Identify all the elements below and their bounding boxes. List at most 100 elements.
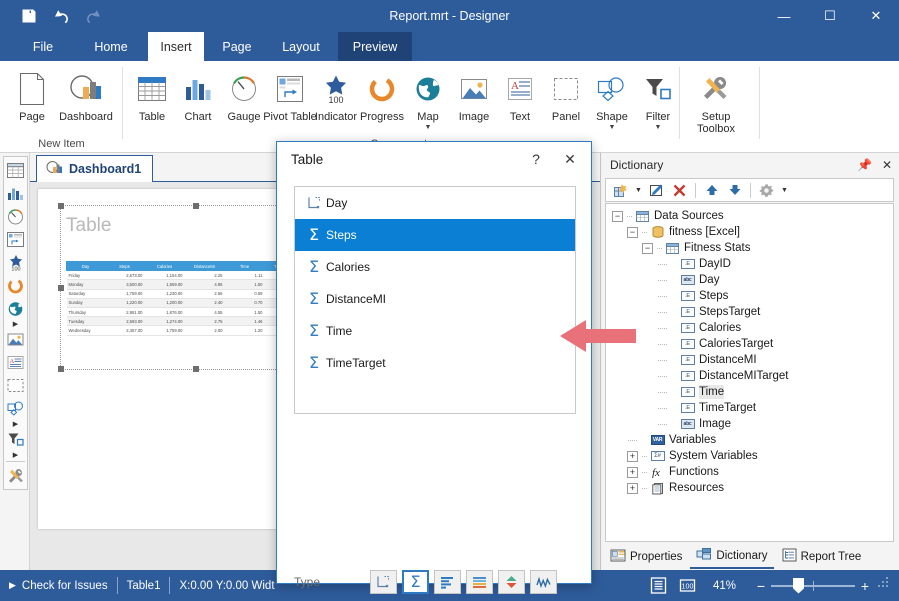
toolbox-image-icon[interactable] <box>4 328 27 351</box>
zoom-thumb[interactable] <box>793 578 804 594</box>
toolbox-gauge-icon[interactable] <box>4 205 27 228</box>
bar-type-icon[interactable] <box>434 570 461 594</box>
tree-node-variables[interactable]: ·····VARVariables <box>606 432 893 448</box>
toolbox-table-icon[interactable] <box>4 159 27 182</box>
toolbox-chart-icon[interactable] <box>4 182 27 205</box>
dimension-type-icon[interactable] <box>370 570 397 594</box>
collapse-icon[interactable]: − <box>642 243 653 254</box>
close-button[interactable]: ✕ <box>853 0 899 32</box>
tree-node-calories[interactable]: ·····.ECalories <box>606 320 893 336</box>
check-for-issues-button[interactable]: ▶ Check for Issues <box>0 580 117 592</box>
toolbox-panel-icon[interactable] <box>4 374 27 397</box>
expand-icon[interactable]: + <box>627 451 638 462</box>
save-icon[interactable] <box>18 5 40 27</box>
redo-icon[interactable] <box>82 5 104 27</box>
tree-node-time[interactable]: ·····.ETime <box>606 384 893 400</box>
tree-node-system-variables[interactable]: +···Σ#System Variables <box>606 448 893 464</box>
ribbon-item-page[interactable]: Page <box>6 65 58 123</box>
dialog-field-steps[interactable]: ΣSteps <box>295 219 575 251</box>
collapse-icon[interactable]: − <box>627 227 638 238</box>
toolbox-pivot-table-icon[interactable] <box>4 228 27 251</box>
document-tab-dashboard1[interactable]: Dashboard1 <box>36 155 153 182</box>
toolbox-text-icon[interactable]: A <box>4 351 27 374</box>
dialog-field-list[interactable]: DayΣStepsΣCaloriesΣDistanceMIΣTimeΣTimeT… <box>294 186 576 414</box>
resize-handle[interactable] <box>193 203 199 209</box>
dialog-field-time[interactable]: ΣTime <box>295 315 575 347</box>
toolbox-map-dropdown[interactable]: ▶ <box>4 320 27 328</box>
dialog-field-distancemi[interactable]: ΣDistanceMI <box>295 283 575 315</box>
collapse-icon[interactable]: − <box>612 211 623 222</box>
tree-node-resources[interactable]: +···Resources <box>606 480 893 496</box>
dictionary-tree[interactable]: −···Data Sources−···fitness [Excel]−···F… <box>605 203 894 542</box>
ribbon-item-setup-toolbox[interactable]: Setup Toolbox <box>680 65 752 135</box>
tree-node-fitness-excel-[interactable]: −···fitness [Excel] <box>606 224 893 240</box>
tab-home[interactable]: Home <box>80 32 142 61</box>
chevron-down-icon[interactable]: ▼ <box>655 124 662 131</box>
expand-icon[interactable]: + <box>627 483 638 494</box>
ribbon-item-filter[interactable]: Filter ▼ <box>632 65 684 131</box>
settings-icon[interactable] <box>756 180 777 200</box>
close-icon[interactable]: ✕ <box>882 158 892 172</box>
new-item-dropdown-caret[interactable]: ▼ <box>633 180 644 200</box>
tab-layout[interactable]: Layout <box>270 32 332 61</box>
edit-icon[interactable] <box>646 180 667 200</box>
tab-insert[interactable]: Insert <box>148 32 204 61</box>
tab-preview[interactable]: Preview <box>338 32 412 61</box>
tree-node-dayid[interactable]: ·····.EDayID <box>606 256 893 272</box>
zoom100-icon[interactable]: 100 <box>673 570 702 601</box>
minimize-button[interactable]: — <box>761 0 807 32</box>
ribbon-item-dashboard[interactable]: Dashboard <box>60 65 112 123</box>
move-down-icon[interactable] <box>724 180 745 200</box>
undo-icon[interactable] <box>50 5 72 27</box>
dialog-field-calories[interactable]: ΣCalories <box>295 251 575 283</box>
maximize-button[interactable]: ☐ <box>807 0 853 32</box>
pin-icon[interactable]: 📌 <box>857 158 872 172</box>
indicator-type-icon[interactable] <box>498 570 525 594</box>
tree-node-timetarget[interactable]: ·····.ETimeTarget <box>606 400 893 416</box>
dialog-field-timetarget[interactable]: ΣTimeTarget <box>295 347 575 379</box>
panel-tab-dictionary[interactable]: Dictionary <box>690 544 773 569</box>
toolbox-indicator-icon[interactable]: 100 <box>4 251 27 274</box>
zoom-slider[interactable]: − + <box>747 578 879 594</box>
tree-node-caloriestarget[interactable]: ·····.ECaloriesTarget <box>606 336 893 352</box>
colorbars-type-icon[interactable] <box>466 570 493 594</box>
delete-icon[interactable] <box>669 180 690 200</box>
help-icon[interactable]: ? <box>521 146 551 172</box>
sum-type-icon[interactable]: Σ <box>402 570 429 594</box>
chevron-down-icon[interactable]: ▼ <box>609 124 616 131</box>
toolbox-filter-dropdown[interactable]: ▶ <box>4 451 27 459</box>
expand-icon[interactable]: + <box>627 467 638 478</box>
dialog-field-day[interactable]: Day <box>295 187 575 219</box>
toolbox-map-icon[interactable] <box>4 297 27 320</box>
zoom-track[interactable] <box>771 579 855 593</box>
move-up-icon[interactable] <box>701 180 722 200</box>
panel-tab-report-tree[interactable]: Report Tree <box>776 544 868 569</box>
toolbox-setup-toolbox-icon[interactable] <box>4 464 27 487</box>
tree-node-steps[interactable]: ·····.ESteps <box>606 288 893 304</box>
resize-grip[interactable] <box>876 575 892 591</box>
tree-node-data-sources[interactable]: −···Data Sources <box>606 208 893 224</box>
tab-page[interactable]: Page <box>210 32 264 61</box>
settings-dropdown-caret[interactable]: ▼ <box>779 180 790 200</box>
page-view-icon[interactable] <box>644 570 673 601</box>
resize-handle[interactable] <box>58 366 64 372</box>
chevron-down-icon[interactable]: ▼ <box>425 124 432 131</box>
resize-handle[interactable] <box>58 203 64 209</box>
new-item-icon[interactable] <box>610 180 631 200</box>
zoom-out-button[interactable]: − <box>751 578 771 594</box>
toolbox-shape-dropdown[interactable]: ▶ <box>4 420 27 428</box>
panel-tab-properties[interactable]: Properties <box>604 544 688 569</box>
tree-node-image[interactable]: ·····abcImage <box>606 416 893 432</box>
tree-node-stepstarget[interactable]: ·····.EStepsTarget <box>606 304 893 320</box>
close-icon[interactable]: ✕ <box>555 146 585 172</box>
toolbox-filter-icon[interactable] <box>4 428 27 451</box>
tab-file[interactable]: File <box>18 32 68 61</box>
tree-node-functions[interactable]: +···fxFunctions <box>606 464 893 480</box>
sparkline-type-icon[interactable] <box>530 570 557 594</box>
tree-node-distancemitarget[interactable]: ·····.EDistanceMITarget <box>606 368 893 384</box>
resize-handle[interactable] <box>193 366 199 372</box>
toolbox-progress-icon[interactable] <box>4 274 27 297</box>
toolbox-shape-icon[interactable] <box>4 397 27 420</box>
tree-node-fitness-stats[interactable]: −···Fitness Stats <box>606 240 893 256</box>
zoom-in-button[interactable]: + <box>855 578 875 594</box>
